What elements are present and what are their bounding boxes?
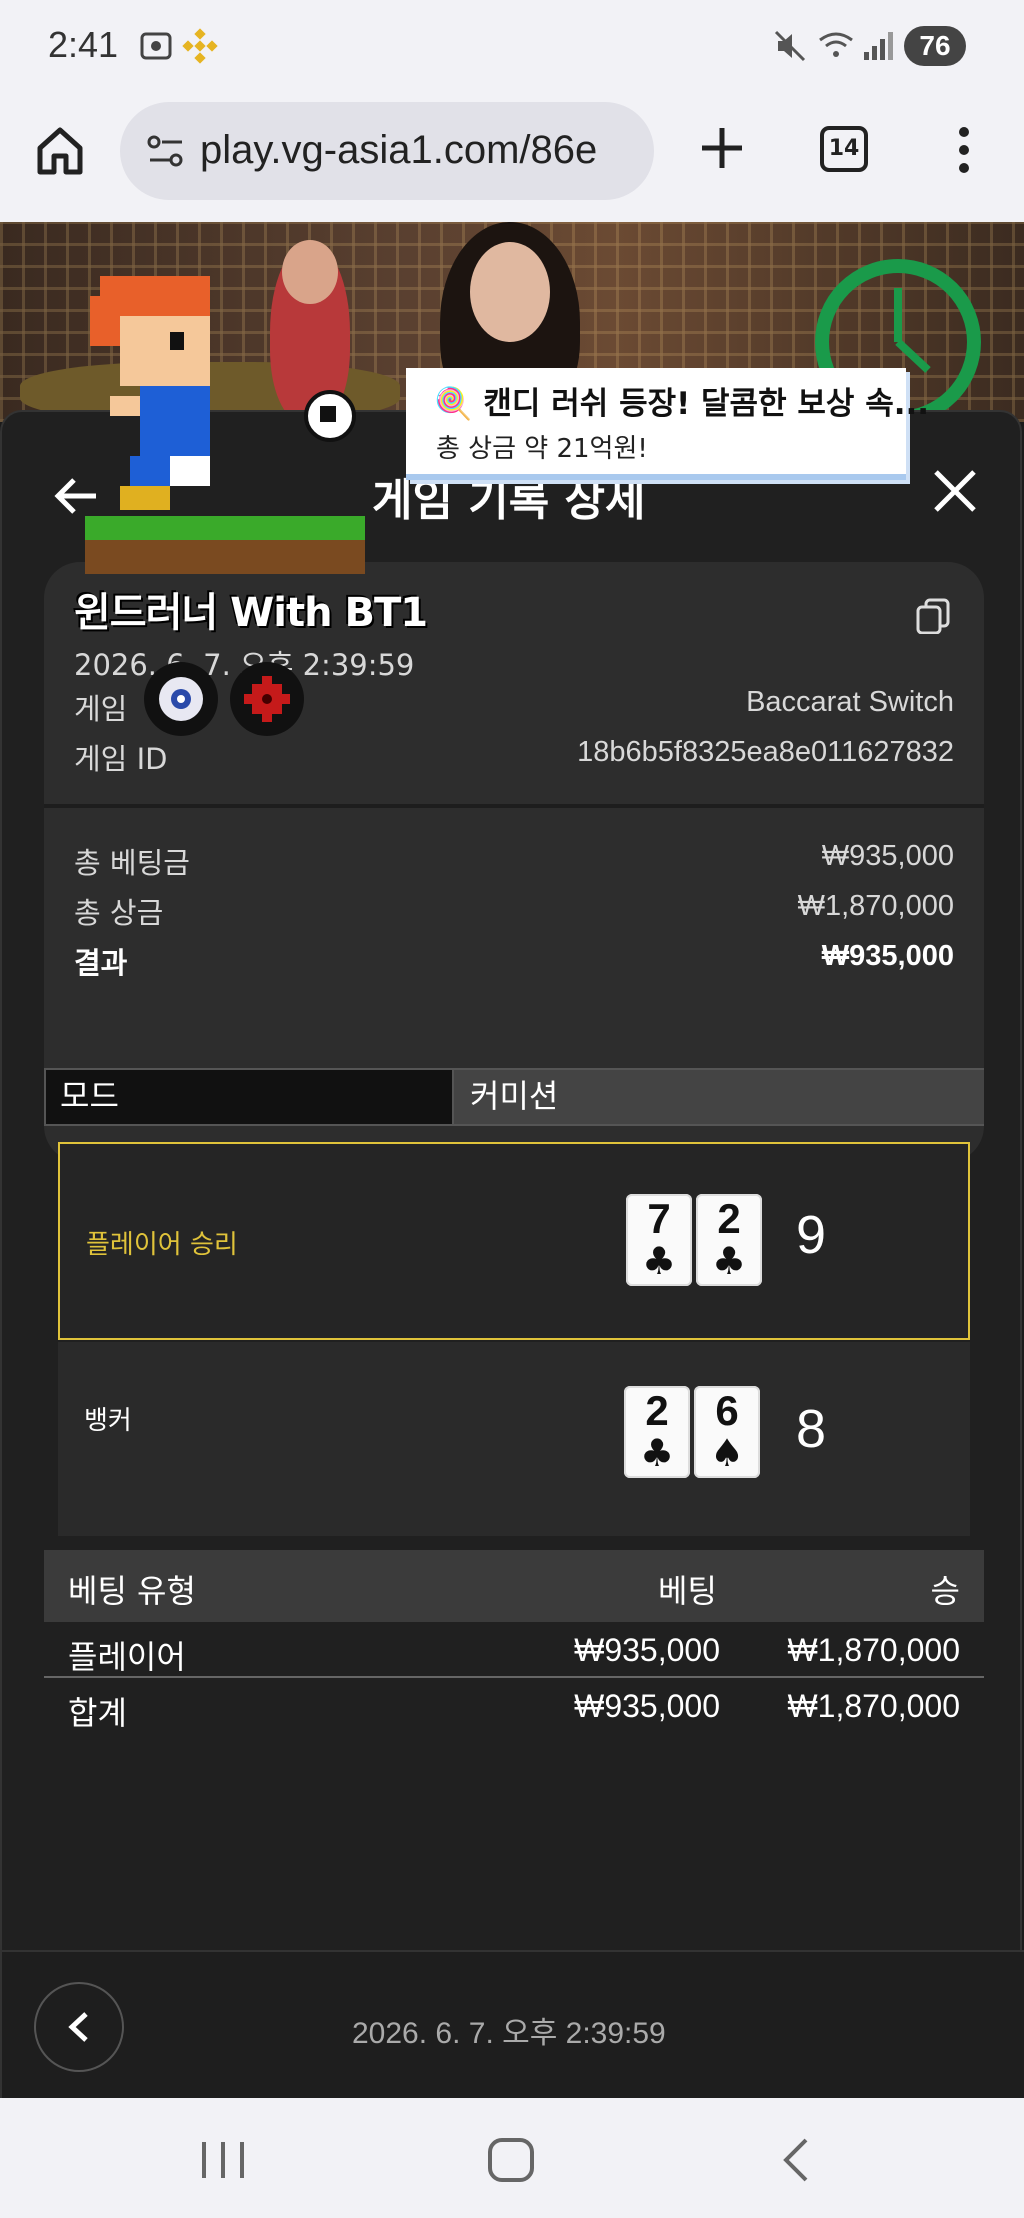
club-suit-icon: ♣ — [639, 1431, 675, 1475]
chip-icon-blue — [144, 662, 218, 736]
banker-score: 8 — [796, 1399, 827, 1459]
bet-amount-cell: ₩935,000 — [574, 1632, 720, 1668]
spade-suit-icon: ♠ — [709, 1431, 745, 1475]
bet-header: 베팅 — [658, 1572, 717, 1610]
total-bet-cell: ₩935,000 — [574, 1688, 720, 1724]
more-menu-icon[interactable] — [944, 120, 984, 180]
system-nav-bar — [0, 2098, 1024, 2218]
card-rank: 2 — [645, 1387, 669, 1434]
lollipop-icon: 🍭 — [434, 386, 473, 422]
total-win-label: 총 상금 — [74, 896, 164, 930]
banker-card-1: 2 ♣ — [624, 1386, 690, 1478]
win-header: 승 — [930, 1572, 960, 1610]
modal-footer: 2026. 6. 7. 오후 2:39:59 — [2, 1950, 1024, 2100]
game-history-modal: 게임 기록 상세 윈드러너 With BT1 2026. 6. 7. 오후 2:… — [0, 410, 1024, 2100]
table-row: 플레이어 ₩935,000 ₩1,870,000 — [44, 1622, 984, 1676]
recent-apps-icon[interactable] — [196, 2138, 250, 2182]
dealer-main-face — [470, 242, 550, 342]
player-card-1: 7 ♣ — [626, 1194, 692, 1286]
chevron-left-icon — [68, 2012, 88, 2042]
total-label: 합계 — [68, 1694, 127, 1732]
mode-bar: 모드 커미션 — [44, 1068, 984, 1126]
promo-banner[interactable]: 🍭 캔디 러쉬 등장! 달콤한 보상 속... 총 상금 약 21억원! — [406, 368, 929, 480]
result-value: ₩935,000 — [821, 940, 954, 972]
game-id-label: 게임 ID — [74, 742, 168, 776]
chip-icon-red — [230, 662, 304, 736]
battery-badge: 76 — [904, 26, 966, 66]
game-name: Baccarat Switch — [746, 686, 954, 718]
total-win-value: ₩1,870,000 — [797, 890, 954, 922]
browser-toolbar: play.vg-asia1.com/86e 14 — [0, 96, 1024, 222]
totals-section: 총 베팅금 ₩935,000 총 상금 ₩1,870,000 결과 ₩935,0… — [44, 808, 984, 1008]
result-label: 결과 — [74, 946, 128, 980]
card-rank: 7 — [647, 1195, 671, 1242]
signal-icon — [864, 32, 893, 60]
mode-value: 커미션 — [454, 1070, 984, 1124]
card-rank: 2 — [717, 1195, 741, 1242]
promo-title-text: 캔디 러쉬 등장! 달콤한 보상 속... — [483, 386, 930, 422]
banker-card-2: 6 ♠ — [694, 1386, 760, 1478]
player-card-2: 2 ♣ — [696, 1194, 762, 1286]
home-icon[interactable] — [30, 120, 90, 180]
site-settings-icon[interactable] — [146, 132, 186, 172]
binance-icon — [182, 28, 218, 64]
bet-type-cell: 플레이어 — [68, 1638, 186, 1676]
banker-label: 뱅커 — [84, 1406, 132, 1436]
copy-icon[interactable] — [916, 598, 950, 634]
wifi-icon — [819, 32, 853, 57]
total-bet-value: ₩935,000 — [821, 840, 954, 872]
status-bar: 2:41 76 — [0, 0, 1024, 96]
promo-title: 🍭 캔디 러쉬 등장! 달콤한 보상 속... — [434, 378, 929, 423]
previous-round-button[interactable] — [34, 1982, 124, 2072]
club-suit-icon: ♣ — [711, 1239, 747, 1283]
tab-switcher-button[interactable]: 14 — [820, 126, 868, 172]
home-nav-icon[interactable] — [486, 2136, 536, 2184]
status-time: 2:41 — [48, 24, 119, 65]
screenshot-icon — [140, 32, 172, 60]
banker-result-row: 뱅커 2 ♣ 6 ♠ 8 — [58, 1342, 970, 1536]
back-nav-icon[interactable] — [776, 2136, 816, 2184]
new-tab-icon[interactable] — [692, 118, 752, 178]
game-label: 게임 — [74, 692, 128, 726]
mute-icon — [774, 30, 806, 62]
total-row: 합계 ₩935,000 ₩1,870,000 — [44, 1678, 984, 1732]
bet-table-header: 베팅 유형 베팅 승 — [44, 1550, 984, 1622]
promo-subtitle: 총 상금 약 21억원! — [436, 434, 648, 464]
total-win-cell: ₩1,870,000 — [787, 1688, 960, 1724]
game-info-section: 윈드러너 With BT1 2026. 6. 7. 오후 2:39:59 게임 … — [44, 562, 984, 802]
player-result-label: 플레이어 승리 — [86, 1230, 238, 1260]
mode-label: 모드 — [46, 1070, 454, 1124]
card-rank: 6 — [715, 1387, 739, 1434]
bet-type-header: 베팅 유형 — [68, 1572, 196, 1610]
url-text[interactable]: play.vg-asia1.com/86e — [200, 128, 597, 173]
pixel-mascot-sprite — [85, 276, 365, 574]
player-score: 9 — [796, 1205, 827, 1265]
club-suit-icon: ♣ — [641, 1239, 677, 1283]
close-icon[interactable] — [932, 468, 978, 514]
bet-table: 베팅 유형 베팅 승 플레이어 ₩935,000 ₩1,870,000 합계 ₩… — [44, 1550, 984, 1732]
url-bar[interactable]: play.vg-asia1.com/86e — [120, 102, 654, 200]
total-bet-label: 총 베팅금 — [74, 846, 190, 880]
username: 윈드러너 With BT1 — [74, 590, 428, 636]
win-amount-cell: ₩1,870,000 — [787, 1632, 960, 1668]
game-id-value: 18b6b5f8325ea8e011627832 — [577, 736, 954, 768]
footer-datetime: 2026. 6. 7. 오후 2:39:59 — [352, 2017, 666, 2050]
player-result-row: 플레이어 승리 7 ♣ 2 ♣ 9 — [58, 1142, 970, 1340]
